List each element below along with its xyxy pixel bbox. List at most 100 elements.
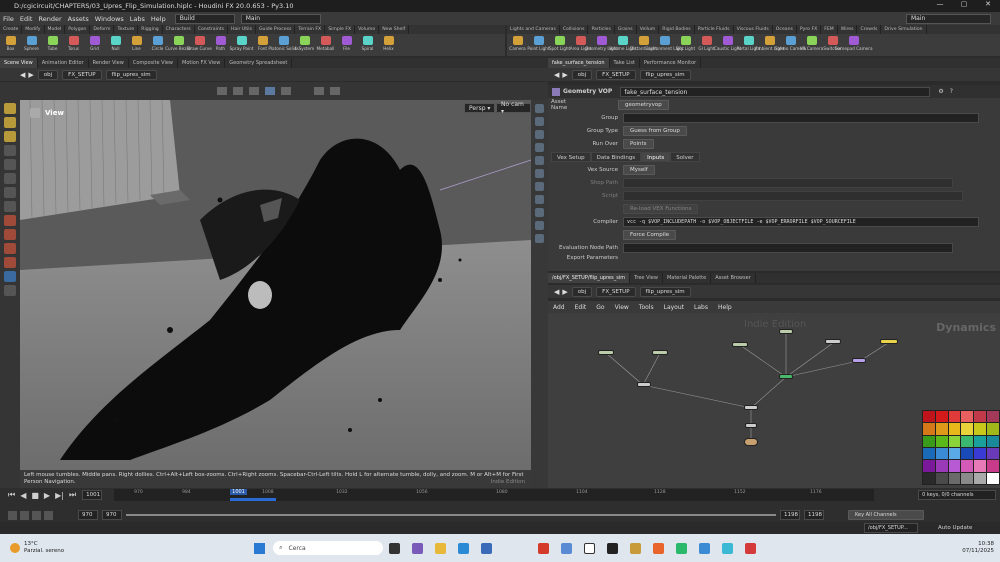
build-desktop-select[interactable]: Build [174, 13, 235, 24]
net-menu-layout[interactable]: Layout [659, 304, 689, 311]
node-fake-surface-tension[interactable] [880, 339, 898, 344]
stop-icon[interactable]: ■ [31, 491, 39, 500]
taskbar-app-icon-7[interactable] [722, 542, 734, 554]
shop-path-field[interactable] [623, 177, 953, 188]
taskbar-app-icon-8[interactable] [745, 542, 757, 554]
shelf-tool-sphere[interactable]: Sphere [21, 34, 42, 51]
node-gravity[interactable] [745, 423, 757, 428]
right-desktop-select[interactable]: Main [906, 13, 991, 24]
node-input-e[interactable] [825, 339, 841, 344]
shelf-tool-stereo-camera[interactable]: Stereo Camera [775, 34, 806, 51]
back-arrow-icon[interactable]: ◀ [20, 71, 25, 79]
shelf-tab-polygon[interactable]: Polygon [65, 25, 91, 34]
maximize-button[interactable]: ▢ [952, 0, 976, 8]
handle-tool-icon[interactable] [4, 201, 16, 212]
minimize-button[interactable]: — [928, 0, 952, 8]
snap-point-icon[interactable] [4, 243, 16, 254]
shelf-tab-rigid-bodies[interactable]: Rigid Bodies [659, 25, 695, 34]
net-path-flip[interactable]: flip_upres_sim [639, 286, 691, 297]
net-menu-view[interactable]: View [610, 304, 634, 311]
close-button[interactable]: ✕ [976, 0, 1000, 8]
shelf-tool-spiral[interactable]: Spiral [357, 34, 378, 51]
tab-data-bindings[interactable]: Data Bindings [590, 151, 642, 162]
main-desktop-select[interactable]: Main [240, 13, 321, 24]
tab-render-view[interactable]: Render View [89, 58, 129, 68]
rotate-tool-icon[interactable] [4, 131, 16, 142]
scene-viewport[interactable]: View Persp ▾ No cam ▾ Left mouse tumbles… [20, 100, 531, 488]
shelf-tab-grains[interactable]: Grains [615, 25, 637, 34]
net-forward-arrow-icon[interactable]: ▶ [562, 288, 567, 296]
shelf-tab-pyro-fx[interactable]: Pyro FX [797, 25, 822, 34]
tab-take-list[interactable]: Take List [610, 58, 640, 68]
playback-end-field[interactable]: 1198 [780, 510, 800, 520]
force-compile-button[interactable]: Force Compile [623, 229, 677, 240]
camera-icon[interactable] [4, 285, 16, 296]
shelf-tab-drive-simulation[interactable]: Drive Simulation [881, 25, 927, 34]
menu-file[interactable]: File [0, 15, 17, 23]
shelf-tool-box[interactable]: Box [0, 34, 21, 51]
display-template-icon[interactable] [535, 169, 544, 178]
wire-icon[interactable] [249, 87, 259, 95]
palette-swatch[interactable] [974, 447, 987, 460]
menu-labs[interactable]: Labs [127, 15, 148, 23]
taskbar-app-icon-2[interactable] [561, 542, 573, 554]
shelf-tool-vr-camera[interactable]: VR Camera [800, 34, 823, 51]
net-menu-go[interactable]: Go [591, 304, 609, 311]
palette-swatch[interactable] [935, 447, 948, 460]
node-name-field[interactable]: fake_surface_tension [620, 86, 931, 97]
left-path-obj[interactable]: obj [37, 69, 59, 80]
scale-tool-icon[interactable] [4, 145, 16, 156]
shelf-tool-grid[interactable]: Grid [84, 34, 105, 51]
shelf-tab-particle-fluids[interactable]: Particle Fluids [695, 25, 734, 34]
snap-grid-icon[interactable] [4, 229, 16, 240]
shelf-tab-hair-utils[interactable]: Hair Utils [228, 25, 256, 34]
left-path-fxsetup[interactable]: FX_SETUP [62, 69, 102, 80]
run-over-menu[interactable]: Points [623, 138, 654, 149]
persp-menu[interactable]: Persp ▾ [464, 103, 496, 113]
palette-swatch[interactable] [987, 435, 999, 447]
node-solver[interactable] [852, 358, 866, 363]
palette-swatch[interactable] [961, 472, 974, 484]
palette-swatch[interactable] [974, 411, 987, 423]
shelf-tool-sky-light[interactable]: Sky Light [675, 34, 696, 51]
shelf-tool-torus[interactable]: Torus [63, 34, 84, 51]
menu-render[interactable]: Render [35, 15, 64, 23]
shelf-tab-guide-process[interactable]: Guide Process [256, 25, 296, 34]
shelf-tool-curve-bezier[interactable]: Curve Bezier [165, 34, 192, 51]
eval-node-field[interactable] [623, 242, 953, 253]
palette-swatch[interactable] [961, 460, 974, 472]
display-option-icon[interactable] [330, 87, 340, 95]
chrome-icon[interactable] [538, 542, 550, 554]
node-input-b[interactable] [652, 350, 668, 355]
magnet-icon[interactable] [4, 215, 16, 226]
range-slider[interactable] [126, 514, 776, 516]
taskbar-app-icon-1[interactable] [412, 542, 424, 554]
palette-swatch[interactable] [948, 411, 961, 423]
asset-name-menu[interactable]: geometryvop [618, 99, 669, 110]
display-normals-icon[interactable] [535, 117, 544, 126]
palette-swatch[interactable] [961, 435, 974, 447]
palette-swatch[interactable] [961, 411, 974, 423]
palette-swatch[interactable] [935, 435, 948, 447]
playback-start-field[interactable]: 970 [102, 510, 122, 520]
lock-icon[interactable] [4, 159, 16, 170]
help-icon[interactable]: ? [950, 88, 953, 95]
palette-swatch[interactable] [935, 423, 948, 435]
net-tab-material-palette[interactable]: Material Palette [663, 273, 712, 283]
end-frame-field[interactable]: 1198 [804, 510, 824, 520]
node-output[interactable] [744, 438, 758, 446]
shelf-tab-particles[interactable]: Particles [588, 25, 615, 34]
palette-swatch[interactable] [948, 472, 961, 484]
menu-windows[interactable]: Windows [92, 15, 127, 23]
net-path-obj[interactable]: obj [571, 286, 593, 297]
shelf-tab-volume[interactable]: Volume [355, 25, 380, 34]
taskbar-app-icon-3[interactable] [584, 542, 596, 554]
right-forward-arrow-icon[interactable]: ▶ [562, 71, 567, 79]
select-mode-icon[interactable] [217, 87, 227, 95]
search-box[interactable]: ⌕ Cerca [273, 541, 384, 555]
net-menu-edit[interactable]: Edit [570, 304, 592, 311]
taskbar-app-icon-5[interactable] [676, 542, 688, 554]
light-icon[interactable] [314, 87, 324, 95]
shelf-tab-texture[interactable]: Texture [114, 25, 139, 34]
shelf-tool-environment-light[interactable]: Environment Light [645, 34, 684, 51]
